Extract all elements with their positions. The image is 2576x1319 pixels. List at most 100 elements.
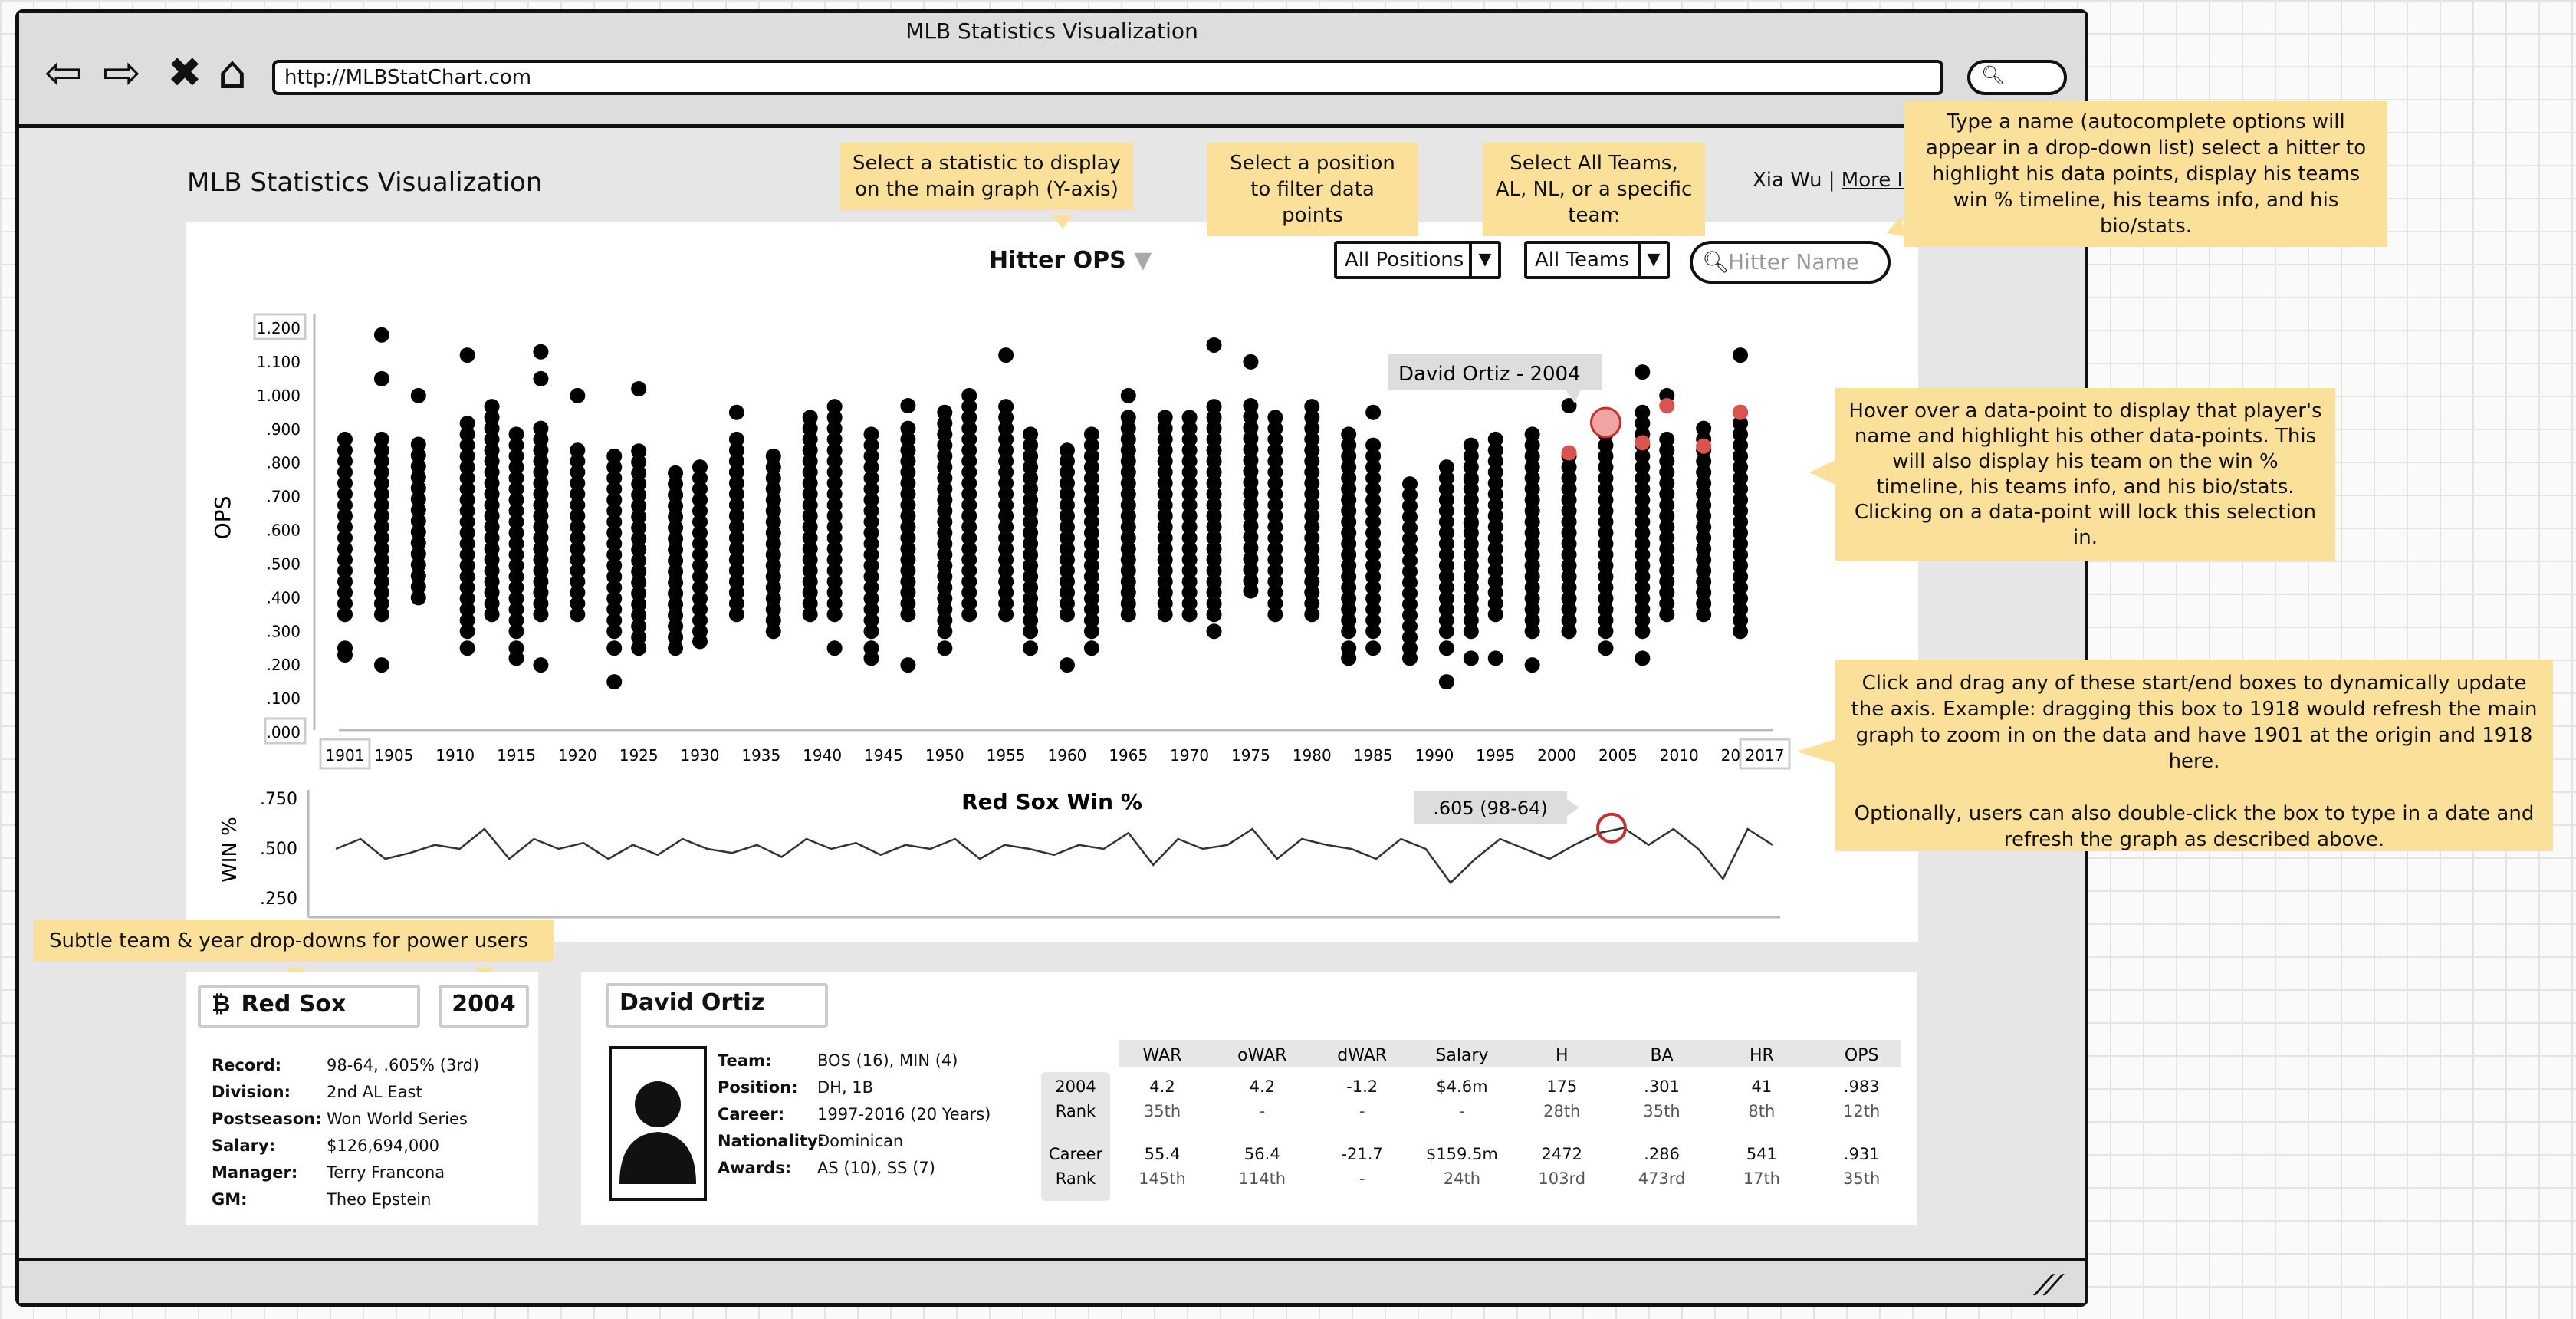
- data-point[interactable]: [1696, 420, 1712, 436]
- data-point[interactable]: [1463, 472, 1479, 488]
- data-point[interactable]: [606, 674, 623, 690]
- data-point[interactable]: [1083, 426, 1099, 442]
- data-point[interactable]: [484, 399, 500, 415]
- data-point[interactable]: [765, 448, 781, 464]
- data-point[interactable]: [863, 650, 879, 666]
- data-point[interactable]: [631, 381, 647, 397]
- data-point[interactable]: [533, 420, 549, 436]
- data-point[interactable]: [1120, 387, 1136, 403]
- data-point[interactable]: [1635, 404, 1651, 420]
- axis-end-label[interactable]: 2017: [1746, 746, 1785, 765]
- data-point[interactable]: [1635, 364, 1651, 380]
- data-point[interactable]: [728, 431, 744, 447]
- data-point[interactable]: [1206, 399, 1222, 415]
- data-point[interactable]: [508, 650, 524, 666]
- data-point[interactable]: [826, 399, 843, 415]
- data-point[interactable]: [1402, 650, 1418, 666]
- data-point[interactable]: [373, 327, 389, 343]
- browser-search[interactable]: 🔍︎: [1967, 60, 2067, 95]
- data-point[interactable]: [826, 640, 843, 656]
- data-point[interactable]: [410, 387, 426, 403]
- data-point[interactable]: [1402, 476, 1418, 492]
- address-bar[interactable]: http://MLBStatChart.com: [272, 60, 1944, 95]
- data-point[interactable]: [1206, 337, 1222, 353]
- data-point[interactable]: [1023, 426, 1039, 442]
- data-point[interactable]: [1635, 650, 1651, 666]
- back-arrow-icon[interactable]: ⇦: [37, 46, 90, 100]
- data-point[interactable]: [1524, 657, 1540, 673]
- data-point[interactable]: [533, 370, 549, 386]
- highlighted-data-point[interactable]: [1696, 438, 1712, 454]
- close-x-icon[interactable]: ✖: [158, 46, 212, 100]
- data-point[interactable]: [631, 443, 647, 459]
- data-point[interactable]: [1365, 437, 1382, 453]
- data-point[interactable]: [1243, 398, 1259, 414]
- data-point[interactable]: [1243, 583, 1259, 599]
- data-point[interactable]: [1463, 515, 1479, 531]
- data-point[interactable]: [1243, 354, 1259, 370]
- ops-scatter-chart[interactable]: OPS 1.200 1.100 1.000 .900 .800 .700 .600 .500.…: [186, 276, 1796, 782]
- highlighted-data-point[interactable]: [1561, 445, 1577, 461]
- data-point[interactable]: [1438, 459, 1454, 475]
- highlighted-data-point[interactable]: [1635, 435, 1651, 451]
- home-icon[interactable]: ⌂: [205, 46, 259, 100]
- data-point[interactable]: [998, 347, 1014, 363]
- data-point[interactable]: [1341, 426, 1357, 442]
- team-select[interactable]: ₿ Red Sox: [198, 985, 420, 1028]
- data-point[interactable]: [1157, 410, 1173, 426]
- win-pct-chart[interactable]: WIN % Red Sox Win % .750 .500 .250 .605 (9…: [186, 782, 1796, 936]
- data-point[interactable]: [570, 387, 586, 403]
- data-point[interactable]: [1365, 404, 1382, 420]
- axis-start-box[interactable]: 1901: [319, 738, 371, 770]
- data-point[interactable]: [1206, 623, 1222, 640]
- data-point[interactable]: [900, 420, 916, 436]
- data-point[interactable]: [1524, 426, 1540, 442]
- selected-data-point[interactable]: [1589, 406, 1622, 439]
- axis-end-box[interactable]: 2017: [1739, 738, 1791, 770]
- data-point[interactable]: [373, 370, 389, 386]
- data-point[interactable]: [1120, 410, 1136, 426]
- data-point[interactable]: [1365, 640, 1382, 656]
- data-point[interactable]: [1487, 431, 1503, 447]
- data-point[interactable]: [606, 448, 623, 464]
- data-point[interactable]: [337, 431, 353, 447]
- highlighted-points[interactable]: [1561, 398, 1749, 461]
- team-dropdown[interactable]: All Teams ▼: [1524, 241, 1670, 279]
- highlighted-data-point[interactable]: [1659, 398, 1675, 414]
- data-point[interactable]: [900, 398, 916, 414]
- data-point[interactable]: [533, 657, 549, 673]
- axis-start-label[interactable]: 1901: [326, 746, 365, 765]
- stat-select[interactable]: Hitter OPS ▼: [989, 247, 1152, 274]
- forward-arrow-icon[interactable]: ⇨: [95, 46, 149, 100]
- data-point[interactable]: [606, 640, 623, 656]
- data-point[interactable]: [1438, 674, 1454, 690]
- data-point[interactable]: [1659, 431, 1675, 447]
- data-point[interactable]: [802, 410, 818, 426]
- data-point[interactable]: [1463, 437, 1479, 453]
- data-point[interactable]: [533, 344, 549, 360]
- data-point[interactable]: [373, 431, 389, 447]
- data-point[interactable]: [1304, 399, 1320, 415]
- data-point[interactable]: [1438, 640, 1454, 656]
- data-point[interactable]: [570, 442, 586, 459]
- year-select[interactable]: 2004: [439, 985, 529, 1028]
- data-point[interactable]: [410, 436, 426, 452]
- data-point[interactable]: [1267, 410, 1283, 426]
- data-point[interactable]: [900, 657, 916, 673]
- data-point[interactable]: [937, 640, 953, 656]
- data-point[interactable]: [1598, 640, 1614, 656]
- data-point[interactable]: [863, 426, 879, 442]
- data-point[interactable]: [373, 657, 389, 673]
- data-point[interactable]: [337, 646, 353, 663]
- data-point[interactable]: [692, 459, 708, 475]
- data-point[interactable]: [1341, 650, 1357, 666]
- data-point[interactable]: [459, 347, 475, 363]
- data-point[interactable]: [1023, 640, 1039, 656]
- data-point[interactable]: [937, 404, 953, 420]
- data-point[interactable]: [1733, 347, 1749, 363]
- data-point[interactable]: [508, 426, 524, 442]
- data-point[interactable]: [998, 399, 1014, 415]
- player-name[interactable]: David Ortiz: [606, 983, 828, 1028]
- data-point[interactable]: [459, 640, 475, 656]
- data-point[interactable]: [692, 633, 708, 650]
